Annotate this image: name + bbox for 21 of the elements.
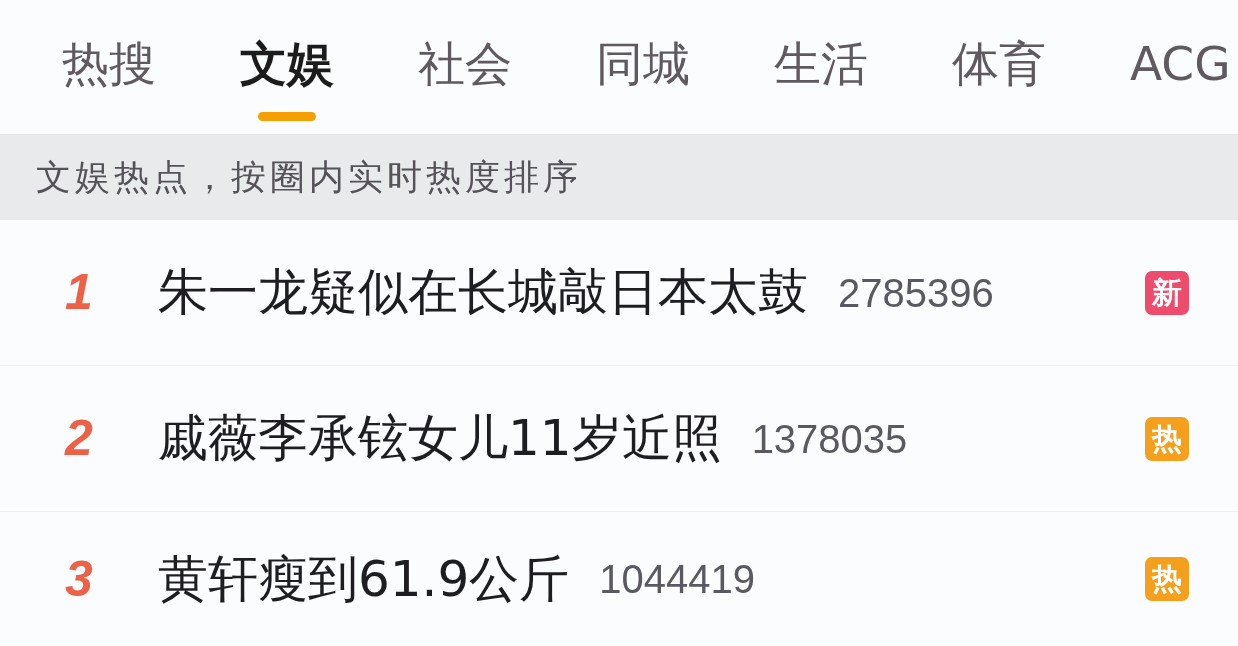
- trend-tag: 新: [1145, 270, 1189, 315]
- topic-title: 朱一龙疑似在长城敲日本太鼓: [158, 262, 808, 323]
- rank-number: 1: [64, 263, 94, 322]
- topic-title: 戚薇李承铉女儿11岁近照: [158, 408, 722, 469]
- category-tab[interactable]: 同城: [596, 0, 690, 134]
- category-tab[interactable]: 文娱: [240, 0, 334, 134]
- rank-number: 2: [63, 409, 94, 468]
- heat-count: 2785396: [838, 269, 994, 317]
- trend-tag: 热: [1145, 416, 1189, 461]
- category-tab[interactable]: 体育: [952, 0, 1046, 134]
- category-tab[interactable]: 热搜: [62, 0, 156, 134]
- heat-count: 1378035: [751, 415, 908, 463]
- heat-count: 1044419: [599, 556, 756, 603]
- rank-number: 3: [64, 549, 94, 609]
- category-tab[interactable]: ACG: [1130, 0, 1231, 134]
- category-tab[interactable]: 生活: [774, 0, 868, 134]
- active-tab-underline: [258, 112, 316, 121]
- category-tab[interactable]: 社会: [418, 0, 512, 134]
- topic-title: 黄轩瘦到61.9公斤: [158, 548, 570, 610]
- trend-tag: 热: [1145, 557, 1189, 601]
- banner-text: 文娱热点，按圈内实时热度排序: [36, 156, 582, 200]
